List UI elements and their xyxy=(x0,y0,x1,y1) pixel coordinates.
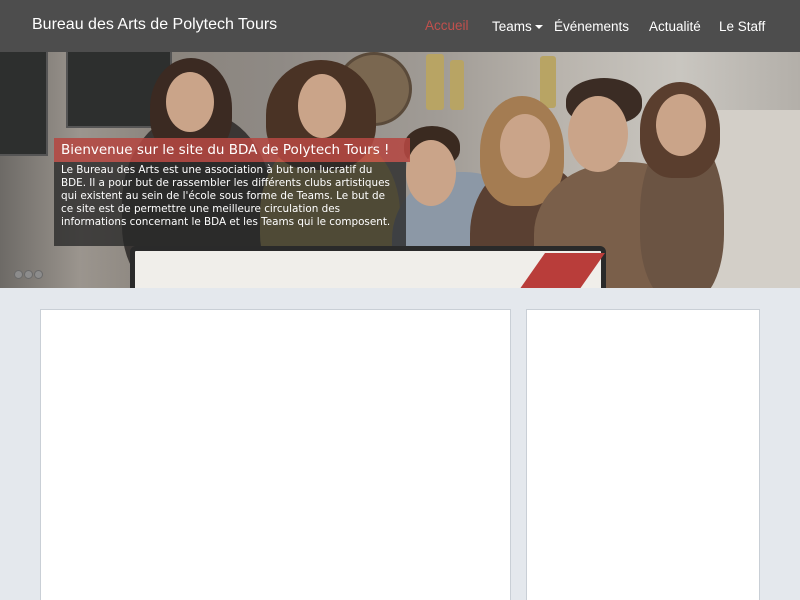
nav-item-accueil[interactable]: Accueil xyxy=(425,18,469,33)
main-content-panel xyxy=(40,309,511,600)
nav-item-teams-label: Teams xyxy=(492,19,532,34)
sidebar-panel xyxy=(526,309,760,600)
nav-item-le-staff[interactable]: Le Staff xyxy=(719,19,765,34)
carousel-dot-3[interactable] xyxy=(34,270,43,279)
hero-carousel[interactable]: Bienvenue sur le site du BDA de Polytech… xyxy=(0,52,800,288)
nav-item-actualite[interactable]: Actualité xyxy=(649,19,701,34)
site-brand[interactable]: Bureau des Arts de Polytech Tours xyxy=(32,16,277,34)
caption-text: Le Bureau des Arts est une association à… xyxy=(54,162,406,246)
nav-item-evenements[interactable]: Événements xyxy=(554,19,629,34)
caret-down-icon xyxy=(534,25,543,30)
nav-item-teams[interactable]: Teams xyxy=(492,19,543,34)
carousel-indicators xyxy=(14,264,44,283)
top-navbar: Bureau des Arts de Polytech Tours Accuei… xyxy=(0,0,800,52)
carousel-dot-2[interactable] xyxy=(24,270,33,279)
carousel-dot-1[interactable] xyxy=(14,270,23,279)
caption-title: Bienvenue sur le site du BDA de Polytech… xyxy=(54,138,410,162)
